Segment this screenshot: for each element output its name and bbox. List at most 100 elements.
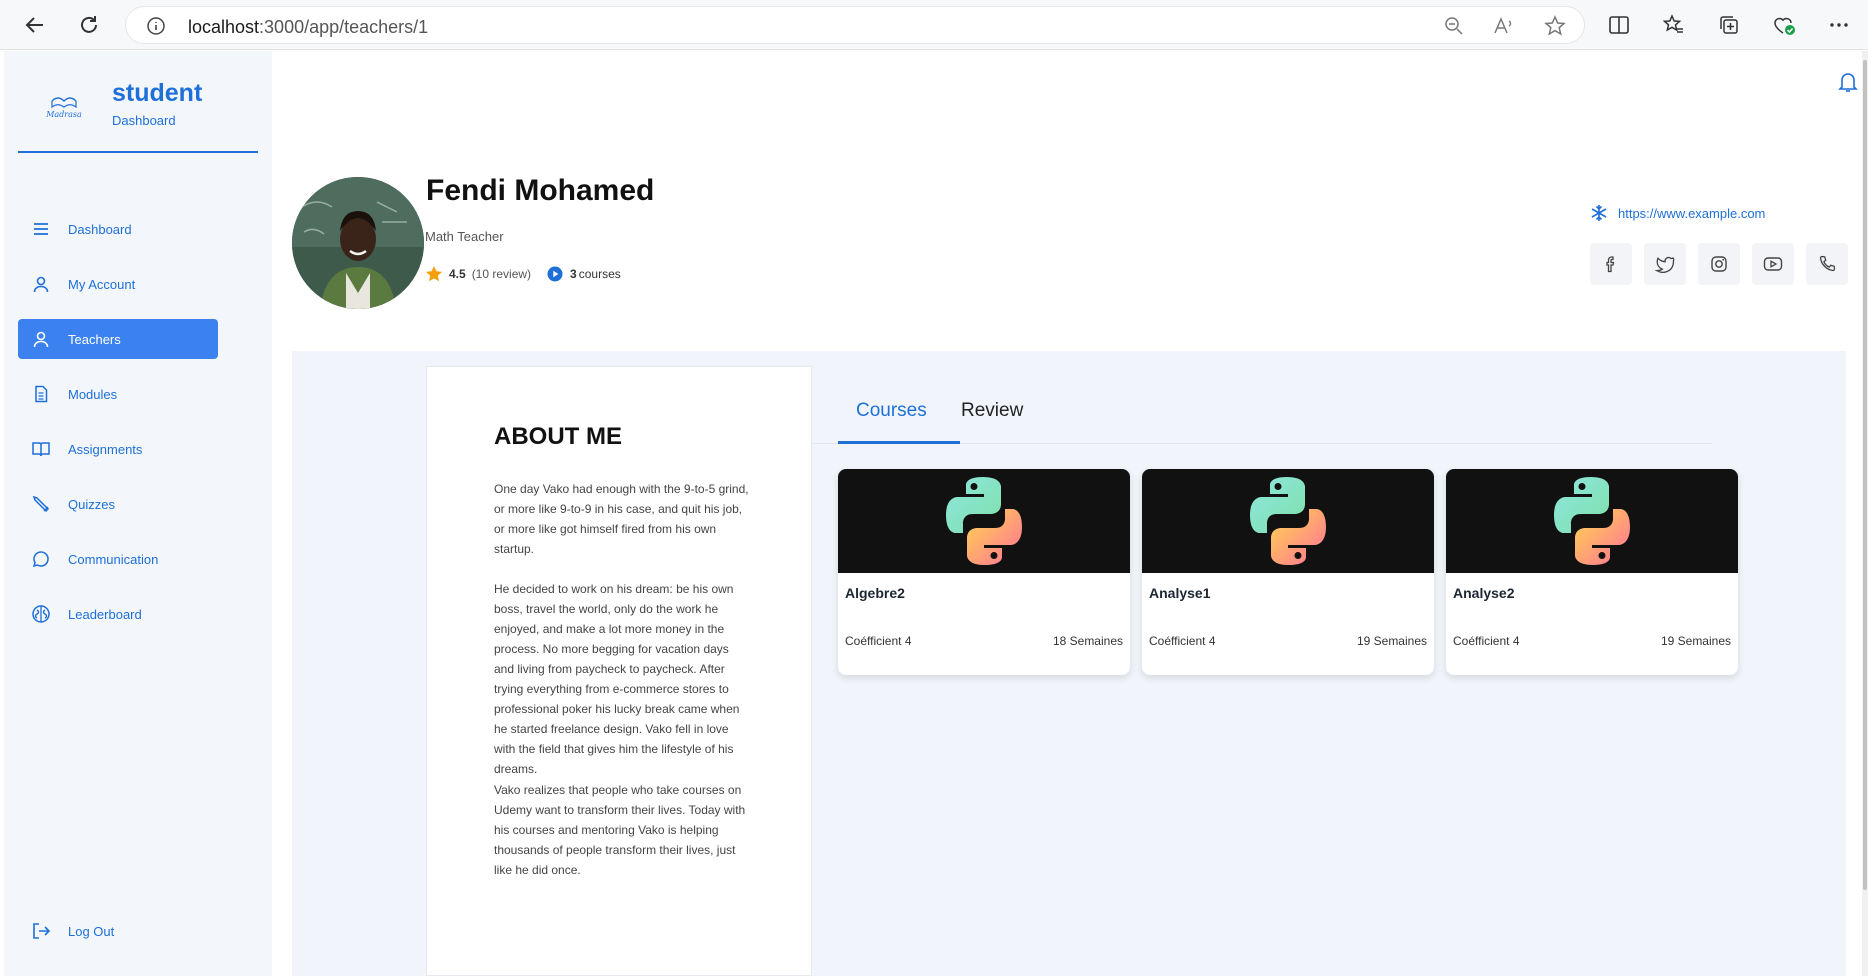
active-tab-indicator bbox=[838, 441, 960, 444]
read-aloud-icon[interactable] bbox=[1493, 16, 1515, 41]
url-host: localhost bbox=[188, 17, 260, 37]
address-bar[interactable]: localhost:3000/app/teachers/1 bbox=[125, 6, 1585, 44]
profile-tabs: Courses Review bbox=[812, 366, 1712, 444]
sidebar-item-leaderboard[interactable]: Leaderboard bbox=[18, 594, 218, 634]
more-menu-icon[interactable] bbox=[1826, 12, 1852, 38]
instagram-icon bbox=[1711, 256, 1727, 272]
course-coefficient: Coéfficient 4 bbox=[1149, 634, 1216, 648]
rating-row: 4.5 (10 review) 3 courses bbox=[425, 265, 621, 283]
rating-value: 4.5 bbox=[449, 267, 466, 281]
sidebar-item-communication[interactable]: Communication bbox=[18, 539, 218, 579]
brand-subtitle: Dashboard bbox=[112, 113, 176, 128]
scrollbar-thumb[interactable] bbox=[1863, 60, 1867, 890]
about-paragraph: Vako realizes that people who take cours… bbox=[494, 783, 746, 877]
browser-essentials-icon[interactable] bbox=[1771, 12, 1797, 38]
course-duration: 19 Semaines bbox=[1356, 634, 1427, 648]
facebook-icon bbox=[1606, 256, 1615, 273]
favorites-icon[interactable] bbox=[1661, 12, 1687, 38]
bell-icon[interactable] bbox=[1838, 71, 1862, 95]
youtube-icon bbox=[1763, 257, 1783, 271]
user-icon bbox=[30, 328, 52, 350]
profile-content: ABOUT ME One day Vako had enough with th… bbox=[292, 351, 1846, 976]
logout-button[interactable]: Log Out bbox=[18, 911, 218, 951]
main-content: Fendi Mohamed Math Teacher 4.5 (10 revie… bbox=[272, 51, 1868, 976]
about-card: ABOUT ME One day Vako had enough with th… bbox=[426, 366, 812, 976]
twitter-icon bbox=[1655, 256, 1675, 273]
url-text: localhost:3000/app/teachers/1 bbox=[188, 17, 428, 38]
split-screen-icon[interactable] bbox=[1606, 12, 1632, 38]
logout-label: Log Out bbox=[68, 923, 115, 939]
teacher-name: Fendi Mohamed bbox=[426, 174, 655, 207]
user-icon bbox=[30, 273, 52, 295]
course-thumbnail bbox=[1446, 469, 1738, 573]
browser-toolbar: localhost:3000/app/teachers/1 bbox=[0, 0, 1868, 50]
sidebar-item-label: Modules bbox=[68, 386, 118, 402]
course-duration: 19 Semaines bbox=[1660, 634, 1731, 648]
courses-label: courses bbox=[578, 267, 621, 281]
about-paragraph: One day Vako had enough with the 9-to-5 … bbox=[494, 482, 749, 556]
course-title: Analyse1 bbox=[1149, 585, 1211, 601]
teacher-avatar bbox=[292, 177, 424, 309]
python-logo-icon bbox=[946, 477, 1022, 565]
brain-icon bbox=[30, 603, 52, 625]
sidebar-item-my-account[interactable]: My Account bbox=[18, 264, 218, 304]
back-icon[interactable] bbox=[20, 10, 50, 40]
instagram-button[interactable] bbox=[1698, 243, 1740, 285]
course-card[interactable]: Analyse1 Coéfficient 4 19 Semaines bbox=[1142, 469, 1434, 675]
sidebar-item-label: Quizzes bbox=[68, 496, 115, 512]
youtube-button[interactable] bbox=[1752, 243, 1794, 285]
teacher-role: Math Teacher bbox=[425, 229, 504, 244]
course-title: Algebre2 bbox=[845, 585, 905, 601]
sidebar-item-label: Dashboard bbox=[68, 221, 132, 237]
sidebar-item-teachers[interactable]: Teachers bbox=[18, 319, 218, 359]
sidebar-item-modules[interactable]: Modules bbox=[18, 374, 218, 414]
python-logo-icon bbox=[1250, 477, 1326, 565]
star-icon bbox=[426, 266, 442, 282]
course-thumbnail bbox=[838, 469, 1130, 573]
logo-text: Madrasa bbox=[45, 110, 82, 119]
menu-icon bbox=[30, 218, 52, 240]
collections-icon[interactable] bbox=[1716, 12, 1742, 38]
course-count: 3 bbox=[570, 267, 577, 281]
info-icon[interactable] bbox=[146, 16, 166, 41]
phone-button[interactable] bbox=[1806, 243, 1848, 285]
book-icon bbox=[30, 438, 52, 460]
course-card[interactable]: Analyse2 Coéfficient 4 19 Semaines bbox=[1446, 469, 1738, 675]
zoom-out-icon[interactable] bbox=[1444, 16, 1464, 41]
snowflake-icon bbox=[1591, 205, 1607, 221]
play-circle-icon bbox=[547, 266, 563, 282]
course-thumbnail bbox=[1142, 469, 1434, 573]
website-link[interactable]: https://www.example.com bbox=[1590, 204, 1765, 222]
sidebar: Madrasa student Dashboard Dashboard My A… bbox=[4, 51, 272, 976]
sidebar-item-label: My Account bbox=[68, 276, 136, 292]
url-path: :3000/app/teachers/1 bbox=[259, 17, 429, 37]
course-coefficient: Coéfficient 4 bbox=[845, 634, 912, 648]
about-title: ABOUT ME bbox=[494, 423, 622, 450]
sidebar-item-label: Leaderboard bbox=[68, 606, 142, 622]
sidebar-item-label: Assignments bbox=[68, 441, 143, 457]
sidebar-item-label: Teachers bbox=[68, 331, 121, 347]
course-coefficient: Coéfficient 4 bbox=[1453, 634, 1520, 648]
about-paragraph: He decided to work on his dream: be his … bbox=[494, 582, 740, 776]
course-card[interactable]: Algebre2 Coéfficient 4 18 Semaines bbox=[838, 469, 1130, 675]
sidebar-item-dashboard[interactable]: Dashboard bbox=[18, 209, 218, 249]
sidebar-item-label: Communication bbox=[68, 551, 159, 567]
tab-review[interactable]: Review bbox=[961, 400, 1023, 422]
social-links bbox=[1590, 243, 1848, 285]
brand[interactable]: Madrasa student Dashboard bbox=[32, 79, 202, 128]
reload-icon[interactable] bbox=[74, 10, 104, 40]
tab-courses[interactable]: Courses bbox=[856, 400, 927, 422]
website-url: https://www.example.com bbox=[1618, 205, 1766, 221]
sidebar-item-assignments[interactable]: Assignments bbox=[18, 429, 218, 469]
facebook-button[interactable] bbox=[1590, 243, 1632, 285]
brand-title: student bbox=[112, 79, 203, 107]
madrasa-logo: Madrasa bbox=[45, 97, 82, 119]
pencil-icon bbox=[30, 493, 52, 515]
chat-icon bbox=[30, 548, 52, 570]
twitter-button[interactable] bbox=[1644, 243, 1686, 285]
favorite-star-icon[interactable] bbox=[1544, 15, 1566, 42]
brand-divider bbox=[18, 151, 258, 153]
python-logo-icon bbox=[1554, 477, 1630, 565]
sidebar-item-quizzes[interactable]: Quizzes bbox=[18, 484, 218, 524]
course-duration: 18 Semaines bbox=[1052, 634, 1123, 648]
